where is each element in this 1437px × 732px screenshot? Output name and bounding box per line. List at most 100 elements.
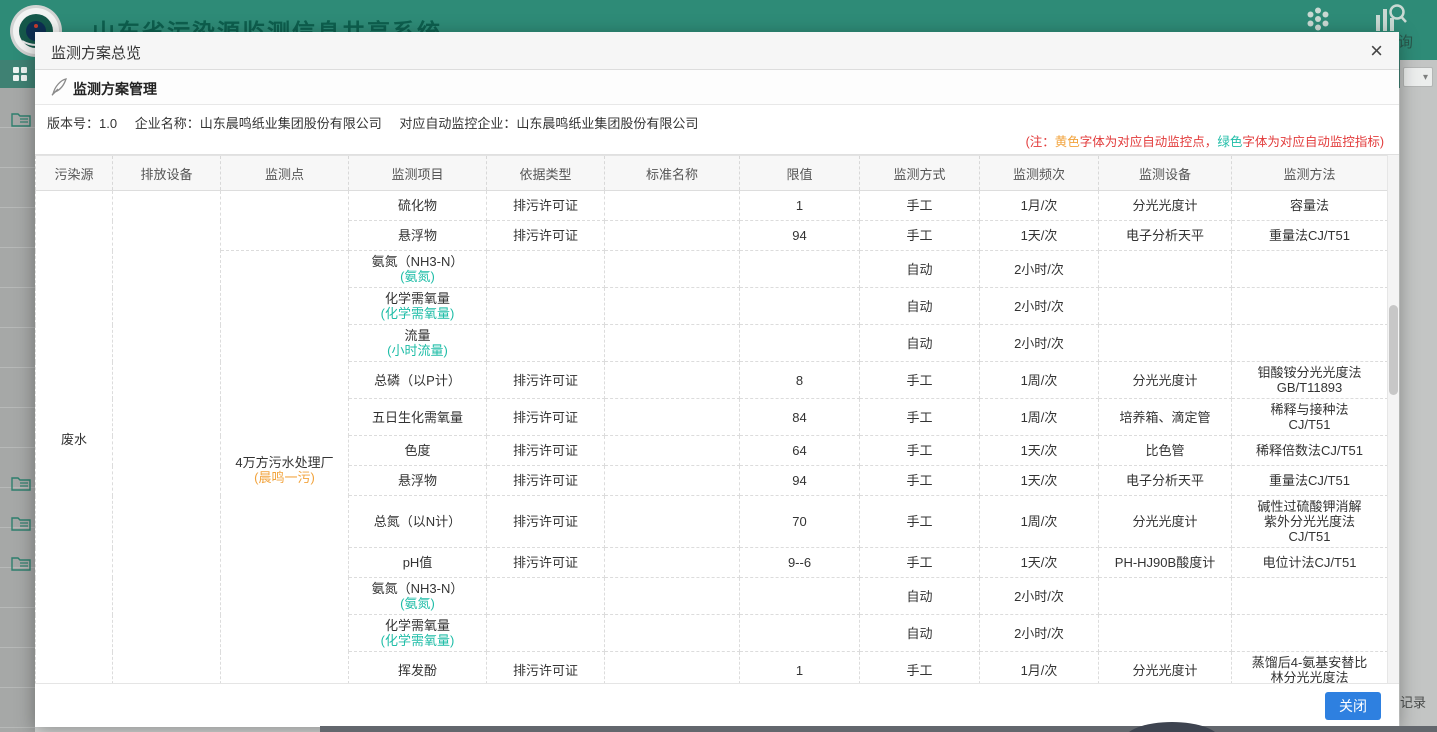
cell-device: 分光光度计 bbox=[1099, 496, 1232, 548]
cell-limit: 84 bbox=[740, 399, 860, 436]
cell-item: 五日生化需氧量 bbox=[349, 399, 487, 436]
cell-mode: 手工 bbox=[860, 496, 980, 548]
col-header: 监测设备 bbox=[1099, 156, 1232, 191]
item-auto-indicator: (化学需氧量) bbox=[355, 306, 480, 321]
cell-mode: 自动 bbox=[860, 325, 980, 362]
cell-method: 重量法CJ/T51 bbox=[1232, 466, 1388, 496]
folder-icon[interactable] bbox=[11, 514, 31, 532]
cell-item: 氨氮（NH3-N）(氨氮) bbox=[349, 251, 487, 288]
quill-icon bbox=[49, 77, 69, 97]
col-header: 监测点 bbox=[221, 156, 349, 191]
note-part: 字体为对应自动监控指标) bbox=[1242, 135, 1384, 149]
legend-note: (注：黄色字体为对应自动监控点，绿色字体为对应自动监控指标) bbox=[1026, 131, 1384, 150]
cell-mode: 手工 bbox=[860, 652, 980, 684]
monitoring-plan-table: 污染源 排放设备 监测点 监测项目 依据类型 标准名称 限值 监测方式 监测频次… bbox=[35, 155, 1388, 683]
cell-basis bbox=[487, 325, 605, 362]
cell-mode: 自动 bbox=[860, 288, 980, 325]
col-header: 依据类型 bbox=[487, 156, 605, 191]
cell-method: 容量法 bbox=[1232, 191, 1388, 221]
cell-device: 电子分析天平 bbox=[1099, 221, 1232, 251]
cell-monitor-point-prev bbox=[221, 191, 349, 251]
cell-mode: 手工 bbox=[860, 362, 980, 399]
cell-basis: 排污许可证 bbox=[487, 496, 605, 548]
cell-limit: 70 bbox=[740, 496, 860, 548]
stats-search-icon[interactable] bbox=[1372, 3, 1408, 33]
cell-device: 培养箱、滴定管 bbox=[1099, 399, 1232, 436]
close-button[interactable]: 关闭 bbox=[1325, 692, 1381, 720]
table-header-row: 污染源 排放设备 监测点 监测项目 依据类型 标准名称 限值 监测方式 监测频次… bbox=[36, 156, 1388, 191]
cell-frequency: 1月/次 bbox=[980, 191, 1099, 221]
table-row: 废水 硫化物 排污许可证 1 手工 1月/次 分光光度计 容量法 bbox=[36, 191, 1388, 221]
cell-limit: 94 bbox=[740, 466, 860, 496]
cell-basis: 排污许可证 bbox=[487, 399, 605, 436]
cell-method: 电位计法CJ/T51 bbox=[1232, 548, 1388, 578]
cell-standard bbox=[605, 436, 740, 466]
close-icon[interactable]: × bbox=[1370, 38, 1383, 64]
cell-mode: 手工 bbox=[860, 399, 980, 436]
scrollbar-thumb[interactable] bbox=[1389, 305, 1398, 395]
cell-frequency: 1周/次 bbox=[980, 496, 1099, 548]
folder-icon[interactable] bbox=[11, 110, 31, 128]
cell-item: 硫化物 bbox=[349, 191, 487, 221]
cell-standard bbox=[605, 325, 740, 362]
cell-discharge-device bbox=[113, 191, 221, 684]
auto-company-text: 对应自动监控企业：山东晨鸣纸业集团股份有限公司 bbox=[399, 116, 698, 131]
cell-standard bbox=[605, 652, 740, 684]
note-part: (注： bbox=[1026, 135, 1055, 149]
cell-method bbox=[1232, 615, 1388, 652]
cell-frequency: 1天/次 bbox=[980, 466, 1099, 496]
col-header: 标准名称 bbox=[605, 156, 740, 191]
cell-mode: 自动 bbox=[860, 251, 980, 288]
plan-table-container: 污染源 排放设备 监测点 监测项目 依据类型 标准名称 限值 监测方式 监测频次… bbox=[35, 154, 1399, 683]
cell-mode: 自动 bbox=[860, 615, 980, 652]
monitor-point-auto: (晨鸣一污) bbox=[227, 470, 342, 485]
plan-info: 版本号：1.0 企业名称：山东晨鸣纸业集团股份有限公司 对应自动监控企业：山东晨… bbox=[35, 105, 1399, 154]
cell-device: 电子分析天平 bbox=[1099, 466, 1232, 496]
cell-item: 流量(小时流量) bbox=[349, 325, 487, 362]
modal-title: 监测方案总览 bbox=[51, 42, 141, 63]
cell-mode: 手工 bbox=[860, 466, 980, 496]
item-name: 总磷（以P计） bbox=[355, 373, 480, 388]
folder-icon[interactable] bbox=[11, 474, 31, 492]
cell-item: 氨氮（NH3-N）(氨氮) bbox=[349, 578, 487, 615]
item-name: 五日生化需氧量 bbox=[355, 410, 480, 425]
cell-frequency: 2小时/次 bbox=[980, 325, 1099, 362]
col-header: 监测频次 bbox=[980, 156, 1099, 191]
cell-method bbox=[1232, 325, 1388, 362]
item-name: 化学需氧量 bbox=[355, 618, 480, 633]
cell-item: 总氮（以N计） bbox=[349, 496, 487, 548]
item-name: 悬浮物 bbox=[355, 228, 480, 243]
apps-dots-icon[interactable] bbox=[1303, 6, 1333, 32]
cell-frequency: 2小时/次 bbox=[980, 578, 1099, 615]
cell-device: 分光光度计 bbox=[1099, 652, 1232, 684]
item-name: 硫化物 bbox=[355, 198, 480, 213]
note-part: 字体为对应自动监控点， bbox=[1080, 135, 1218, 149]
cell-basis bbox=[487, 288, 605, 325]
cell-item: 化学需氧量(化学需氧量) bbox=[349, 288, 487, 325]
cell-basis bbox=[487, 615, 605, 652]
cell-method: 碱性过硫酸钾消解 紫外分光光度法 CJ/T51 bbox=[1232, 496, 1388, 548]
cell-item: pH值 bbox=[349, 548, 487, 578]
vertical-scrollbar[interactable] bbox=[1387, 155, 1399, 683]
nav-grid-icon[interactable] bbox=[12, 66, 28, 82]
cell-method bbox=[1232, 578, 1388, 615]
filter-dropdown[interactable]: ▾ bbox=[1403, 67, 1433, 87]
item-name: 挥发酚 bbox=[355, 663, 480, 678]
chevron-down-icon: ▾ bbox=[1423, 72, 1428, 83]
cell-basis: 排污许可证 bbox=[487, 191, 605, 221]
cell-item: 化学需氧量(化学需氧量) bbox=[349, 615, 487, 652]
cell-mode: 手工 bbox=[860, 436, 980, 466]
col-header: 排放设备 bbox=[113, 156, 221, 191]
cell-mode: 自动 bbox=[860, 578, 980, 615]
col-header: 限值 bbox=[740, 156, 860, 191]
folder-icon[interactable] bbox=[11, 554, 31, 572]
cell-standard bbox=[605, 548, 740, 578]
cell-mode: 手工 bbox=[860, 548, 980, 578]
query-label: 询 bbox=[1398, 31, 1413, 52]
app-root: 山东省污染源监测信息共享系统 询 bbox=[0, 0, 1437, 732]
record-label: 记录 bbox=[1400, 692, 1426, 711]
cell-device: 分光光度计 bbox=[1099, 191, 1232, 221]
cell-standard bbox=[605, 251, 740, 288]
cell-frequency: 1月/次 bbox=[980, 652, 1099, 684]
item-auto-indicator: (化学需氧量) bbox=[355, 633, 480, 648]
